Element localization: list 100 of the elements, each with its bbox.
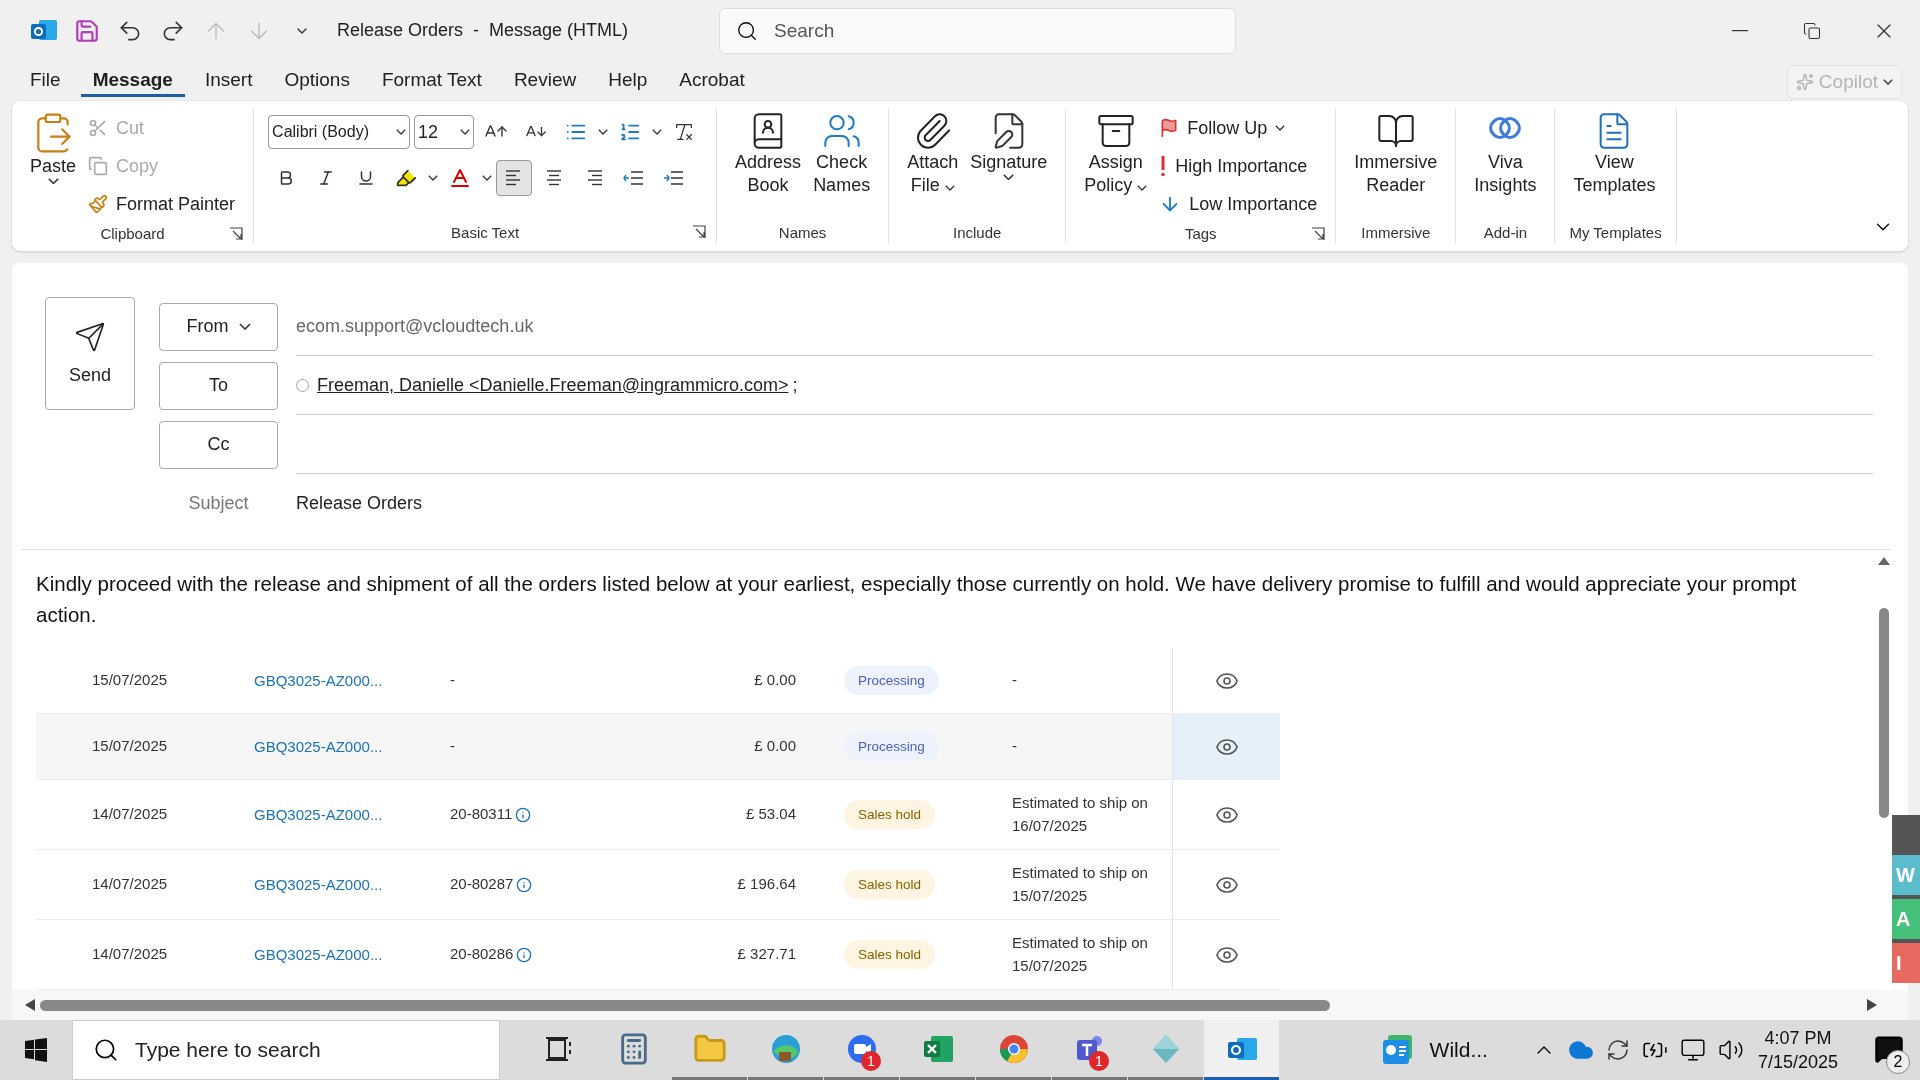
ribbon-button[interactable]: Assign Policy xyxy=(1080,109,1152,223)
flag-icon xyxy=(1159,118,1180,138)
send-icon xyxy=(74,321,106,353)
menu-tab[interactable]: Insert xyxy=(192,65,265,98)
scroll-right-icon[interactable] xyxy=(1866,998,1878,1012)
menu-tab[interactable]: Format Text xyxy=(369,65,494,98)
recipient-link[interactable]: Freeman, Danielle <Danielle.Freeman@ingrammicro.com> xyxy=(317,374,789,396)
ribbon-button[interactable]: Viva Insights xyxy=(1470,109,1541,221)
paintbrush-icon xyxy=(88,194,109,214)
order-row[interactable]: 14/07/2025 GBQ3025-AZ000... 20-80286 £ 327.71 Sales hold Estimated to ship on 15/07/2025 xyxy=(36,920,1280,990)
sync-icon[interactable] xyxy=(1605,1038,1630,1062)
ribbon-button[interactable]: Immersive Reader xyxy=(1350,109,1442,221)
dialog-launcher-icon[interactable] xyxy=(229,227,244,241)
caret-icon[interactable] xyxy=(652,129,663,135)
shipping-cell-text: Estimated to ship on 15/07/2025 xyxy=(1012,863,1149,906)
align-button[interactable] xyxy=(496,160,533,196)
date-cell-text: 14/07/2025 xyxy=(92,874,168,895)
menu-tab[interactable]: Acrobat xyxy=(667,65,757,98)
scrollbar-thumb[interactable] xyxy=(40,999,1330,1011)
cc-button[interactable]: Cc xyxy=(159,420,278,469)
exclamation-icon xyxy=(1159,155,1168,177)
amount-cell-text: £ 196.64 xyxy=(737,874,796,895)
order-link[interactable]: GBQ3025-AZ000... xyxy=(254,806,383,823)
menu-tab[interactable]: File xyxy=(18,65,73,98)
group-label: Add-in xyxy=(1483,223,1528,241)
to-button[interactable]: To xyxy=(159,361,278,410)
ribbon-button[interactable]: View Templates xyxy=(1569,109,1660,221)
order-row[interactable]: 15/07/2025 GBQ3025-AZ000... - £ 0.00 Processing - xyxy=(36,648,1280,714)
menu-tab[interactable]: Message xyxy=(80,65,185,98)
window-title: Release Orders - Message (HTML) xyxy=(337,20,630,42)
save-icon xyxy=(73,17,100,44)
decrease-indent-icon xyxy=(623,169,646,187)
taskbar-search-box[interactable]: Type here to search xyxy=(72,1020,500,1080)
taskbar-app-button[interactable] xyxy=(1204,1020,1279,1080)
scroll-up-icon[interactable] xyxy=(1877,556,1891,566)
font-name-select[interactable]: Calibri (Body) xyxy=(268,115,411,149)
order-row[interactable]: 15/07/2025 GBQ3025-AZ000... - £ 0.00 Processing - xyxy=(36,714,1280,780)
ribbon-button[interactable]: Check Names xyxy=(809,109,875,221)
group-label: Tags xyxy=(1184,224,1217,242)
time-text: 4:07 PM xyxy=(1764,1026,1832,1050)
subject-field[interactable]: Release Orders xyxy=(296,493,423,514)
order-row[interactable]: 14/07/2025 GBQ3025-AZ000... 20-80311 £ 53.04 Sales hold Estimated to ship on 16/07/2025 xyxy=(36,780,1280,850)
order-row[interactable]: 14/07/2025 GBQ3025-AZ000... 20-80287 £ 196.64 Sales hold Estimated to ship on 15/07/2025 xyxy=(36,850,1280,920)
message-text: Kindly proceed with the release and shipment of all the orders listed below at your earliest, especially those currently on hold. We have delivery promise to fulfill and would appreciate your prompt action. xyxy=(36,571,1798,628)
send-button[interactable]: Send xyxy=(45,297,135,410)
ribbon-button[interactable]: High Importance xyxy=(1155,147,1322,185)
caret-icon xyxy=(1275,125,1286,131)
caret-icon xyxy=(1003,173,1015,181)
to-field[interactable]: Freeman, Danielle <Danielle.Freeman@ingrammicro.com> ; xyxy=(296,356,1873,415)
amount-cell-text: £ 0.00 xyxy=(754,670,796,691)
ribbon-button[interactable]: Attach File xyxy=(903,109,963,221)
ribbon-button[interactable]: Low Importance xyxy=(1155,185,1322,223)
separator: ; xyxy=(792,374,798,396)
paste-button[interactable]: Paste xyxy=(26,109,81,223)
from-button[interactable]: From xyxy=(159,302,278,351)
order-link[interactable]: GBQ3025-AZ000... xyxy=(254,672,383,689)
menu-tab[interactable]: Review xyxy=(501,65,589,98)
news-widget[interactable]: Wild... xyxy=(1371,1032,1496,1068)
dialog-launcher-icon[interactable] xyxy=(1311,227,1326,241)
amount-cell-text: £ 0.00 xyxy=(754,736,796,757)
font-size-select[interactable]: 12 xyxy=(414,115,475,149)
order-link[interactable]: GBQ3025-AZ000... xyxy=(254,946,383,963)
caret-icon xyxy=(238,322,251,331)
group-label: Names xyxy=(778,223,827,241)
group-label: Include xyxy=(953,223,1002,241)
menu-tab[interactable]: Help xyxy=(596,65,660,98)
ribbon-button[interactable]: Format Painter xyxy=(84,185,240,223)
date-text: 7/15/2025 xyxy=(1757,1051,1838,1074)
search-icon xyxy=(93,1037,119,1063)
scroll-left-icon[interactable] xyxy=(24,998,36,1012)
ribbon-button[interactable]: Address Book xyxy=(731,109,806,221)
order-link[interactable]: GBQ3025-AZ000... xyxy=(254,876,383,893)
copy-icon xyxy=(88,156,109,176)
network-icon[interactable] xyxy=(1679,1037,1706,1063)
scrollbar-thumb[interactable] xyxy=(1879,608,1889,818)
reference-cell-text: 20-80286 xyxy=(450,944,514,965)
clock[interactable]: 4:07 PM 7/15/2025 xyxy=(1757,1025,1838,1075)
notification-badge: 1 xyxy=(1089,1051,1109,1071)
caret-icon[interactable] xyxy=(598,129,609,135)
menu-tab[interactable]: Options xyxy=(272,65,362,98)
caret-icon xyxy=(460,129,471,135)
caret-icon xyxy=(944,184,955,191)
caret-icon[interactable] xyxy=(482,175,493,181)
shipping-cell-text: - xyxy=(1012,736,1017,757)
taskbar-app-button[interactable]: 1 xyxy=(1052,1020,1127,1080)
ribbon-button[interactable]: Signature xyxy=(966,109,1052,221)
caret-icon[interactable] xyxy=(428,175,439,181)
notifications-button[interactable]: 2 xyxy=(1858,1020,1920,1080)
reference-cell-text: 20-80287 xyxy=(450,874,514,895)
ribbon-button[interactable]: Follow Up xyxy=(1155,109,1322,147)
search-field[interactable]: Search xyxy=(772,18,1172,43)
shipping-cell-text: Estimated to ship on 16/07/2025 xyxy=(1012,793,1149,836)
amount-cell-text: £ 53.04 xyxy=(745,804,796,825)
reference-cell-text: - xyxy=(450,736,455,757)
order-link[interactable]: GBQ3025-AZ000... xyxy=(254,738,383,755)
taskbar-app-button[interactable]: 1 xyxy=(824,1020,899,1080)
dialog-launcher-icon[interactable] xyxy=(692,225,707,239)
reference-cell-text: - xyxy=(450,670,455,691)
subject-label: Subject xyxy=(187,493,250,514)
search-box[interactable]: Search xyxy=(719,7,1236,54)
